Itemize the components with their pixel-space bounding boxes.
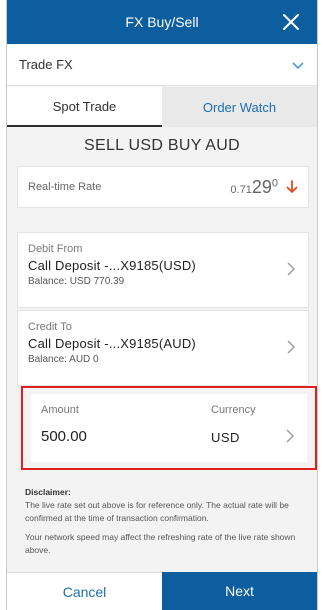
next-button[interactable]: Next	[162, 572, 317, 610]
cancel-button[interactable]: Cancel	[7, 572, 162, 610]
disclaimer-title: Disclaimer:	[25, 487, 71, 497]
realtime-rate-card: Real-time Rate 0.71290	[17, 166, 309, 208]
rate-sup: 0	[271, 177, 278, 190]
page-title: FX Buy/Sell	[125, 14, 199, 30]
trade-type-dropdown[interactable]: Trade FX	[7, 44, 317, 86]
app-frame: FX Buy/Sell Trade FX Spot Trade Order Wa…	[6, 0, 318, 610]
disclaimer-text-1: The live rate set out above is for refer…	[25, 500, 289, 523]
footer-actions: Cancel Next	[7, 572, 317, 610]
credit-label: Credit To	[28, 321, 72, 333]
trade-type-label: Trade FX	[19, 57, 73, 72]
rate-value: 0.71290	[230, 177, 278, 198]
chevron-down-icon	[292, 61, 304, 69]
currency-selector[interactable]: USD	[211, 430, 240, 445]
rate-label: Real-time Rate	[28, 181, 102, 193]
debit-label: Debit From	[28, 243, 83, 255]
arrow-down-icon	[286, 180, 298, 193]
debit-account-selector[interactable]: Debit From Call Deposit -...X9185(USD) B…	[17, 232, 309, 308]
rate-prefix: 0.71	[230, 183, 252, 196]
tab-spot-trade[interactable]: Spot Trade	[7, 87, 162, 127]
currency-label: Currency	[211, 404, 256, 416]
close-icon	[283, 14, 299, 30]
header-bar: FX Buy/Sell	[7, 0, 317, 44]
credit-balance: Balance: AUD 0	[28, 354, 99, 365]
currency-pair-title: SELL USD BUY AUD	[84, 137, 240, 154]
chevron-right-icon	[287, 340, 295, 354]
credit-account-name: Call Deposit -...X9185(AUD)	[28, 336, 196, 351]
tab-bar: Spot Trade Order Watch	[7, 87, 317, 127]
disclaimer: Disclaimer: The live rate set out above …	[25, 486, 315, 563]
rate-main: 29	[251, 176, 272, 197]
tab-order-watch[interactable]: Order Watch	[162, 87, 317, 127]
debit-account-name: Call Deposit -...X9185(USD)	[28, 258, 196, 273]
credit-account-selector[interactable]: Credit To Call Deposit -...X9185(AUD) Ba…	[17, 310, 309, 386]
disclaimer-text-2: Your network speed may affect the refres…	[25, 532, 296, 555]
chevron-right-icon	[287, 262, 295, 276]
amount-input[interactable]: 500.00	[41, 428, 87, 445]
amount-card: Amount Currency 500.00 USD	[31, 394, 307, 462]
debit-balance: Balance: USD 770.39	[28, 276, 125, 287]
close-button[interactable]	[275, 6, 307, 38]
chevron-right-icon[interactable]	[285, 428, 295, 444]
amount-highlight-box: Amount Currency 500.00 USD	[21, 386, 317, 470]
amount-label: Amount	[41, 404, 79, 416]
